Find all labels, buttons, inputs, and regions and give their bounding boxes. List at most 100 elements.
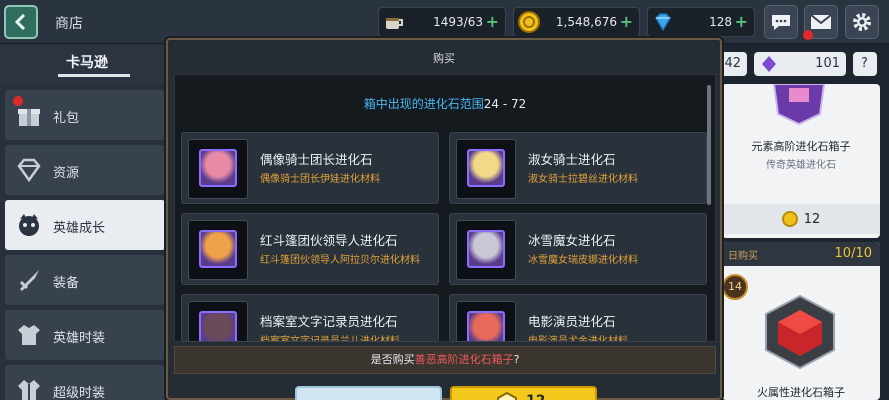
sidebar-item-resource[interactable]: 资源 bbox=[5, 145, 165, 195]
confirm-q: ? bbox=[513, 353, 520, 366]
item-name: 偶像骑士团长进化石 bbox=[260, 152, 373, 167]
hero-portrait bbox=[456, 139, 516, 199]
range-line: 箱中出现的进化石范围24 - 72 bbox=[175, 95, 715, 112]
counter-b: 101 bbox=[754, 52, 846, 76]
purchase-modal: 购买 箱中出现的进化石范围24 - 72 偶像骑士团长进化石偶像骑士团长伊娃进化… bbox=[166, 38, 722, 400]
shop-card-element-box[interactable]: 元素高阶进化石箱子 传奇英雄进化石 12 bbox=[722, 84, 880, 238]
gear-icon bbox=[853, 13, 871, 31]
limit-label: 日购买 bbox=[728, 251, 758, 262]
chat-button[interactable] bbox=[764, 5, 798, 39]
hero-portrait bbox=[188, 301, 248, 341]
hero-portrait-icon bbox=[199, 230, 237, 268]
coffee-currency: 1493/63 + bbox=[378, 7, 506, 37]
gold-value: 1,548,676 bbox=[555, 15, 617, 29]
card-price-value: 12 bbox=[803, 211, 821, 227]
cancel-button[interactable] bbox=[295, 386, 442, 400]
range-value: 24 - 72 bbox=[483, 97, 527, 111]
hero-growth-icon bbox=[19, 214, 39, 236]
coffee-value: 1493/63 bbox=[433, 15, 483, 29]
sidebar-item-gift[interactable]: 礼包 bbox=[5, 90, 165, 140]
gem-currency: 128 + bbox=[647, 7, 755, 37]
gold-coin-icon bbox=[518, 11, 540, 33]
tab-kamazon[interactable]: 卡马逊 bbox=[66, 52, 108, 72]
sidebar-item-costume[interactable]: 英雄时装 bbox=[5, 310, 165, 360]
item-description: 冰雪魔女瑞皮娜进化材料 bbox=[528, 255, 638, 266]
buy-price: 12 bbox=[526, 393, 545, 400]
sidebar: 卡马逊 礼包 资源 英雄成长 装备 英雄时装 超级时装 bbox=[0, 44, 165, 400]
item-name: 红斗篷团伙领导人进化石 bbox=[260, 233, 398, 248]
help-button[interactable]: ? bbox=[853, 52, 877, 76]
coin-icon bbox=[781, 211, 798, 227]
evolution-stone-item[interactable]: 电影演员进化石 电影演员尤金进化材料 bbox=[449, 294, 707, 342]
sidebar-item-super-costume[interactable]: 超级时装 bbox=[5, 365, 165, 400]
item-description: 红斗篷团伙领导人阿拉贝尔进化材料 bbox=[260, 255, 420, 266]
chat-icon bbox=[772, 15, 790, 30]
add-coffee-button[interactable]: + bbox=[486, 12, 499, 31]
hero-portrait bbox=[456, 220, 516, 280]
coin-icon bbox=[497, 392, 517, 400]
item-description: 档案室文字记录员兰儿进化材料 bbox=[260, 336, 400, 342]
scrollbar[interactable] bbox=[707, 85, 711, 205]
item-description: 淑女骑士拉碧丝进化材料 bbox=[528, 174, 638, 185]
sidebar-header: 卡马逊 bbox=[0, 44, 165, 84]
sidebar-item-equipment[interactable]: 装备 bbox=[5, 255, 165, 305]
item-name: 淑女骑士进化石 bbox=[528, 152, 616, 167]
gift-notification-dot bbox=[13, 96, 23, 106]
shop-card-fire-box[interactable]: 日购买 10/10 14 火属性进化石箱子 bbox=[722, 242, 880, 400]
coffee-cup-icon bbox=[386, 18, 403, 29]
card-header: 日购买 10/10 bbox=[722, 242, 880, 266]
confirm-prompt: 是否购买善恶高阶进化石箱子? bbox=[174, 346, 716, 374]
range-label: 箱中出现的进化石范围 bbox=[363, 97, 484, 111]
card-name: 元素高阶进化石箱子 bbox=[751, 140, 851, 153]
sidebar-item-label: 英雄成长 bbox=[53, 221, 106, 236]
evolution-stone-item[interactable]: 红斗篷团伙领导人进化石红斗篷团伙领导人阿拉贝尔进化材料 bbox=[181, 213, 439, 285]
modal-title: 购买 bbox=[433, 52, 455, 65]
gem-icon bbox=[655, 13, 671, 32]
tab-underline bbox=[58, 74, 130, 77]
card-name: 火属性进化石箱子 bbox=[757, 386, 845, 399]
super-costume-icon bbox=[18, 380, 40, 400]
buy-button[interactable]: 12 bbox=[450, 386, 597, 400]
costume-icon bbox=[18, 325, 40, 345]
evolution-stone-item[interactable]: 淑女骑士进化石淑女骑士拉碧丝进化材料 bbox=[449, 132, 707, 204]
card-price[interactable]: 12 bbox=[722, 204, 880, 234]
page-title: 商店 bbox=[55, 16, 83, 32]
fire-evolution-box-icon bbox=[765, 294, 835, 370]
add-gold-button[interactable]: + bbox=[620, 12, 633, 31]
item-description: 偶像骑士团长伊娃进化材料 bbox=[260, 174, 380, 185]
add-gem-button[interactable]: + bbox=[735, 12, 748, 31]
sidebar-item-label: 礼包 bbox=[53, 111, 80, 126]
evolution-stone-item[interactable]: 档案室文字记录员进化石档案室文字记录员兰儿进化材料 bbox=[181, 294, 439, 342]
confirm-text: 是否购买 bbox=[370, 353, 415, 366]
counter-a-value: 42 bbox=[724, 56, 741, 71]
card-subtitle: 传奇英雄进化石 bbox=[766, 160, 836, 171]
sidebar-item-label: 资源 bbox=[53, 166, 80, 181]
evolution-box-icon bbox=[772, 84, 826, 126]
settings-button[interactable] bbox=[845, 5, 879, 39]
gold-currency: 1,548,676 + bbox=[513, 7, 640, 37]
modal-content: 箱中出现的进化石范围24 - 72 偶像骑士团长进化石 偶像骑士团长伊娃进化材料淑… bbox=[174, 74, 716, 342]
sidebar-item-hero-growth[interactable]: 英雄成长 bbox=[5, 200, 165, 250]
mail-button[interactable] bbox=[803, 5, 838, 40]
hero-portrait-icon bbox=[467, 230, 505, 268]
notification-dot bbox=[803, 30, 813, 40]
hero-portrait-icon bbox=[199, 149, 237, 187]
back-button[interactable] bbox=[4, 5, 38, 39]
sidebar-item-label: 超级时装 bbox=[53, 386, 106, 400]
sidebar-item-label: 装备 bbox=[53, 276, 80, 291]
mail-icon bbox=[810, 14, 832, 29]
sidebar-item-label: 英雄时装 bbox=[53, 331, 106, 346]
hero-portrait-icon bbox=[199, 311, 237, 341]
evolution-stone-item[interactable]: 偶像骑士团长进化石偶像骑士团长伊娃进化材料 bbox=[181, 132, 439, 204]
confirm-item: 善恶高阶进化石箱子 bbox=[414, 353, 514, 366]
counter-b-value: 101 bbox=[815, 56, 840, 71]
sword-icon bbox=[19, 270, 39, 291]
limit-value: 10/10 bbox=[834, 246, 872, 261]
hero-portrait bbox=[188, 139, 248, 199]
item-name: 电影演员进化石 bbox=[528, 314, 616, 329]
crystal-icon bbox=[762, 56, 776, 72]
help-icon: ? bbox=[861, 56, 868, 71]
gem-value: 128 bbox=[709, 15, 732, 29]
item-name: 档案室文字记录员进化石 bbox=[260, 314, 398, 329]
evolution-stone-item[interactable]: 冰雪魔女进化石 冰雪魔女瑞皮娜进化材料 bbox=[449, 213, 707, 285]
